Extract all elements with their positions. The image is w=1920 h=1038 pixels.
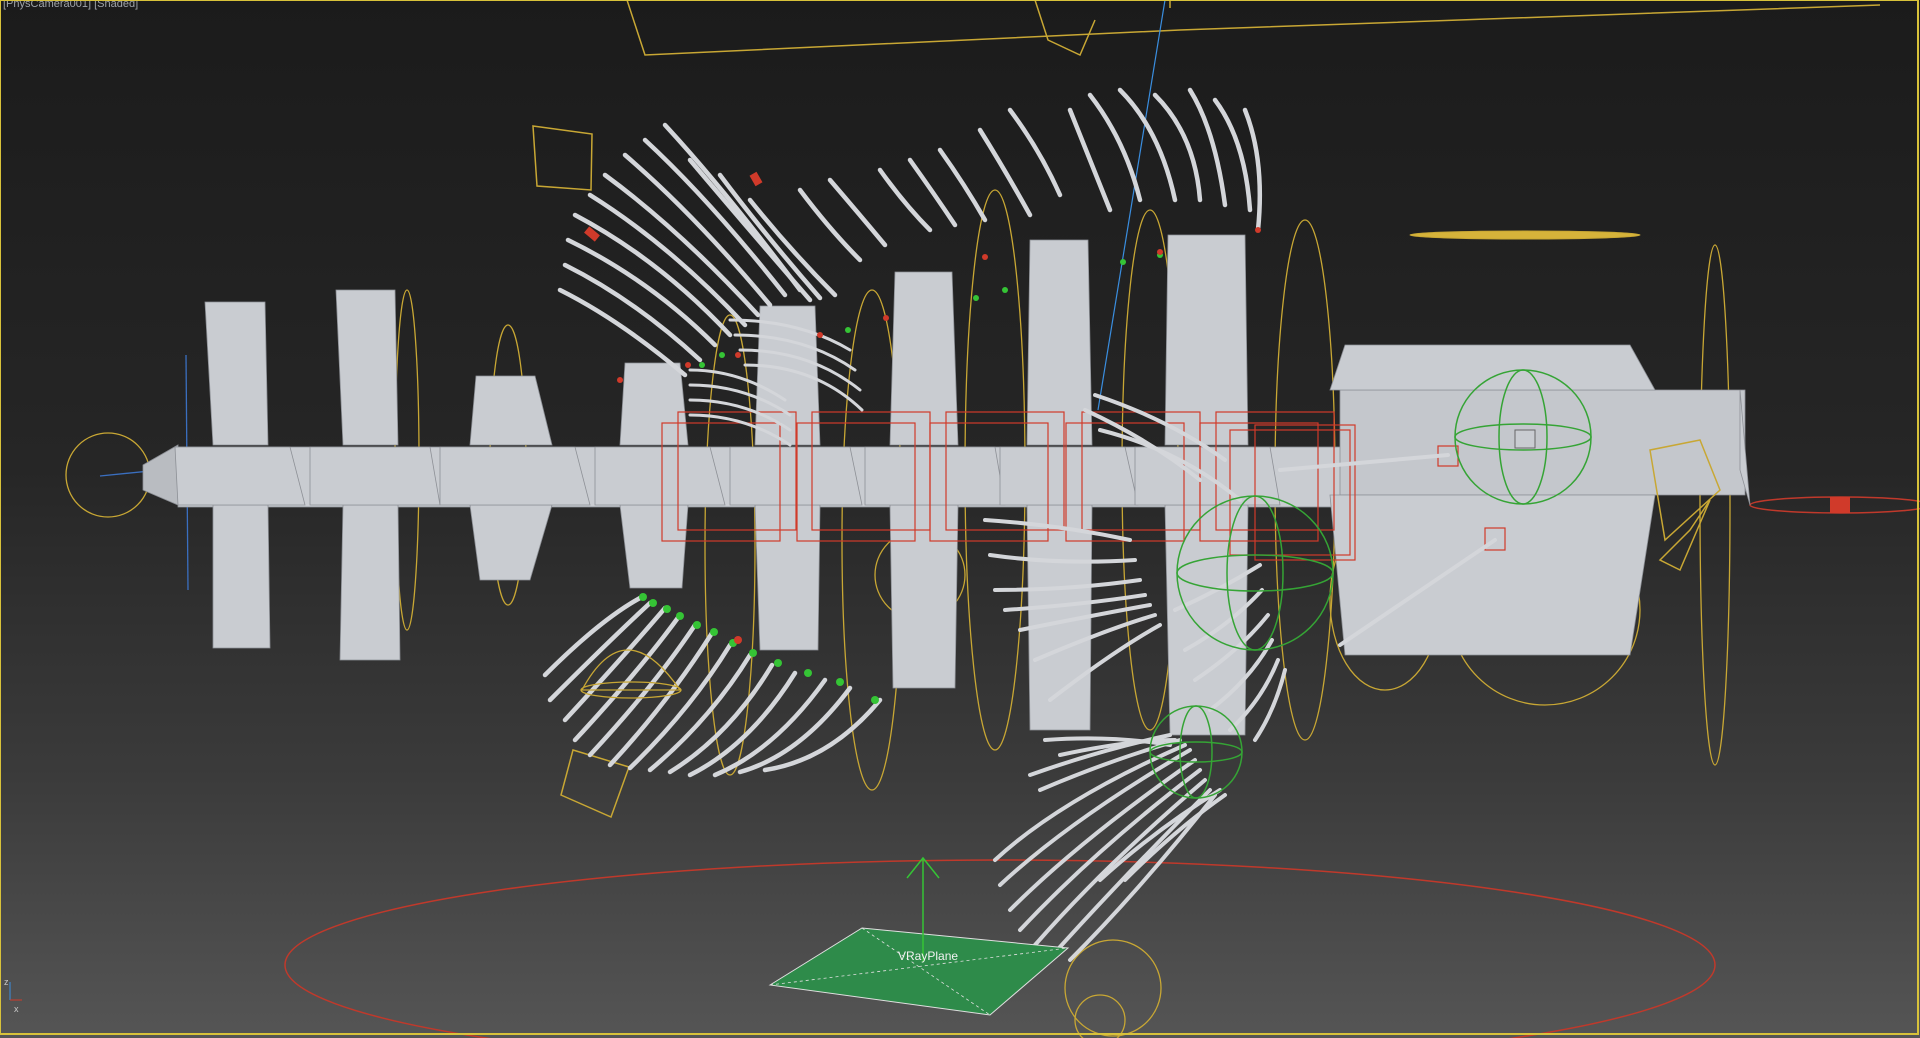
- lower-left-feather-fan[interactable]: [542, 595, 883, 778]
- viewport-scene[interactable]: VRayPlane z x: [0, 0, 1920, 1038]
- axis-x-label: x: [14, 1004, 19, 1014]
- perspective-viewport[interactable]: VRayPlane z x [PhysCamera001] [Shaded]: [0, 0, 1920, 1038]
- viewport-label[interactable]: [PhysCamera001] [Shaded]: [3, 0, 138, 10]
- axis-z-label: z: [4, 977, 9, 987]
- right-helper-marker[interactable]: [1830, 497, 1850, 513]
- vray-plane-label: VRayPlane: [898, 949, 958, 963]
- top-right-light[interactable]: [1409, 230, 1641, 240]
- axis-tripod: z x: [4, 977, 22, 1014]
- top-helper-frames[interactable]: [626, 0, 1881, 57]
- vray-plane[interactable]: VRayPlane: [768, 856, 1070, 1016]
- lower-feather-fan[interactable]: [993, 733, 1227, 962]
- light-gizmo-cube[interactable]: [1514, 429, 1536, 449]
